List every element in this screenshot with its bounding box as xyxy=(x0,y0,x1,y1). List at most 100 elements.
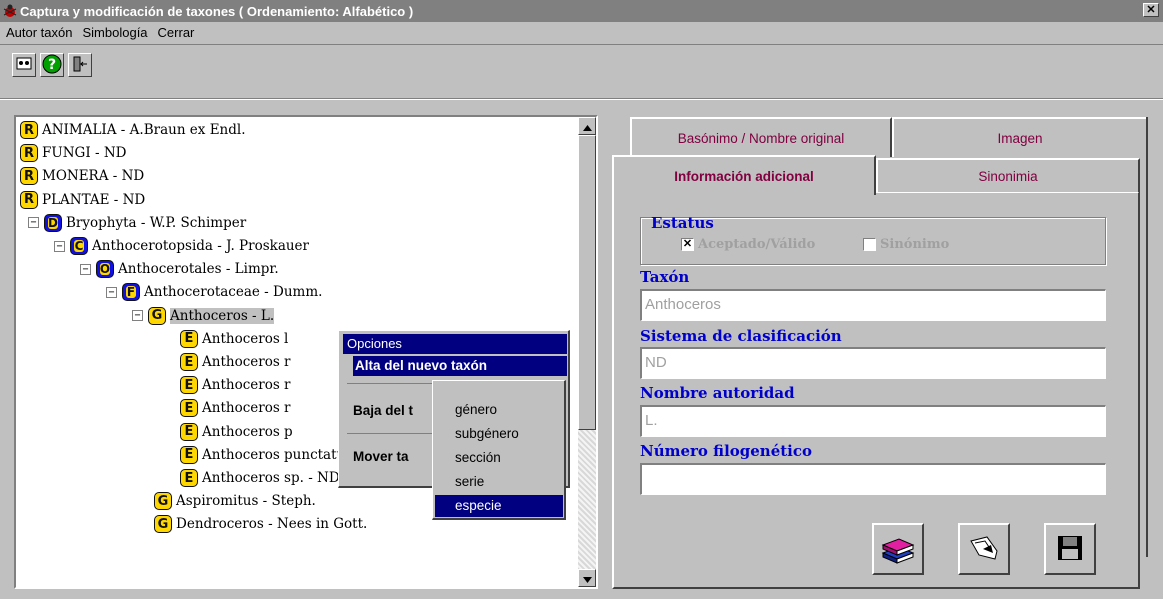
tree-row-label: Aspiromitus - Steph. xyxy=(176,493,316,510)
tree-row[interactable]: − G Anthoceros - L. xyxy=(132,305,275,327)
tree-row[interactable]: R MONERA - ND xyxy=(20,165,144,187)
tree-row-label: Anthocerotaceae - Dumm. xyxy=(144,284,323,301)
menu-autor-taxon[interactable]: Autor taxón xyxy=(6,25,73,40)
rank-letter: C xyxy=(74,239,84,253)
collapse-toggle[interactable]: − xyxy=(132,310,143,322)
system-label: Sistema de clasificación xyxy=(640,327,842,345)
bug-app-icon xyxy=(2,3,18,19)
tree-row[interactable]: G Dendroceros - Nees in Gott. xyxy=(154,513,367,535)
submenu-especie[interactable]: especie xyxy=(435,495,563,517)
system-field[interactable]: ND xyxy=(640,347,1106,379)
arrow-up-icon xyxy=(582,119,592,134)
save-button[interactable] xyxy=(1044,523,1096,575)
scroll-thumb[interactable] xyxy=(578,135,596,430)
scroll-down-button[interactable] xyxy=(578,569,596,587)
tree-row[interactable]: − O Anthocerotales - Limpr. xyxy=(80,258,279,280)
submenu-serie[interactable]: serie xyxy=(435,471,563,493)
tree-row[interactable]: − F Anthocerotaceae - Dumm. xyxy=(106,281,322,303)
rank-icon: D xyxy=(44,213,62,232)
rank-icon: E xyxy=(180,353,198,371)
tree-row[interactable]: R ANIMALIA - A.Braun ex Endl. xyxy=(20,119,246,141)
submenu-seccion[interactable]: sección xyxy=(435,447,563,469)
tree-row-label: FUNGI - ND xyxy=(42,145,127,162)
edit-button[interactable] xyxy=(958,523,1010,575)
collapse-toggle[interactable]: − xyxy=(54,240,65,252)
accepted-checkbox-row: ✕ Aceptado/Válido xyxy=(681,236,815,252)
tab-sinonimia[interactable]: Sinonimia xyxy=(876,158,1140,194)
tree-row[interactable]: − D Bryophyta - W.P. Schimper xyxy=(28,212,246,234)
tree-row-label: Anthoceros p xyxy=(202,423,293,440)
save-floppy-icon xyxy=(1055,533,1085,566)
collapse-toggle[interactable]: − xyxy=(28,217,39,229)
tab-imagen[interactable]: Imagen xyxy=(892,117,1148,157)
rank-icon: G xyxy=(154,492,172,511)
tree-row[interactable]: E Anthoceros punctatus - xyxy=(180,444,361,466)
phylo-field[interactable] xyxy=(640,463,1106,495)
collapse-toggle[interactable]: − xyxy=(106,286,117,298)
users-exchange-button[interactable] xyxy=(12,53,36,77)
tree-row-label: PLANTAE - ND xyxy=(42,191,146,208)
collapse-toggle[interactable]: − xyxy=(80,263,91,275)
tab-basonimo[interactable]: Basónimo / Nombre original xyxy=(630,117,892,157)
rank-icon: R xyxy=(20,167,38,186)
tree-row[interactable]: E Anthoceros r xyxy=(180,374,291,396)
close-button[interactable]: ✕ xyxy=(1143,3,1159,17)
tree-row[interactable]: E Anthoceros l xyxy=(180,328,288,350)
taxon-label: Taxón xyxy=(640,268,690,286)
hand-edit-icon xyxy=(965,529,1003,570)
rank-icon: R xyxy=(20,121,38,139)
menu-simbologia[interactable]: Simbología xyxy=(83,25,148,40)
context-menu-title: Opciones xyxy=(343,334,567,354)
tree-row-label: Anthoceros r xyxy=(202,377,291,394)
synonym-checkbox[interactable] xyxy=(863,238,876,252)
rank-icon: G xyxy=(154,515,172,534)
rank-icon: E xyxy=(180,376,198,395)
tree-row[interactable]: E Anthoceros r xyxy=(180,351,291,373)
taxon-field[interactable]: Anthoceros xyxy=(640,289,1106,321)
synonym-label: Sinónimo xyxy=(880,237,950,253)
tree-row[interactable]: E Anthoceros sp. - ND xyxy=(180,467,340,489)
scroll-up-button[interactable] xyxy=(578,117,596,135)
synonym-checkbox-row: Sinónimo xyxy=(863,236,949,252)
authority-label: Nombre autoridad xyxy=(640,384,795,402)
rank-icon: C xyxy=(70,237,88,255)
books-icon xyxy=(879,529,917,570)
rank-icon: E xyxy=(180,445,198,464)
tree-row-label: Anthoceros l xyxy=(202,330,289,347)
tab-informacion-adicional-label: Información adicional xyxy=(674,168,814,184)
rank-icon: E xyxy=(180,399,198,418)
submenu-genero[interactable]: género xyxy=(435,399,563,421)
tree-row[interactable]: E Anthoceros p xyxy=(180,421,293,443)
rank-icon: O xyxy=(96,260,114,279)
tree-row[interactable]: R PLANTAE - ND xyxy=(20,189,145,211)
rank-icon: F xyxy=(122,283,140,302)
exit-button[interactable] xyxy=(68,53,92,77)
separator xyxy=(0,99,1163,100)
tree-row-label: Anthoceros sp. - ND xyxy=(202,470,340,486)
tree-row[interactable]: G Aspiromitus - Steph. xyxy=(154,490,316,512)
tree-scrollbar[interactable] xyxy=(578,117,596,587)
rank-icon: E xyxy=(180,422,198,441)
tab-basonimo-label: Basónimo / Nombre original xyxy=(677,130,845,146)
toolbar: ? xyxy=(0,44,1163,80)
bibliography-button[interactable] xyxy=(872,523,924,575)
tab-informacion-adicional[interactable]: Información adicional xyxy=(612,155,876,195)
menu-cerrar[interactable]: Cerrar xyxy=(158,25,195,40)
menu-alta-nuevo-taxon[interactable]: Alta del nuevo taxón xyxy=(353,356,567,376)
accepted-checkbox[interactable]: ✕ xyxy=(681,238,694,252)
submenu-subgenero[interactable]: subgénero xyxy=(435,423,563,445)
tab-imagen-label: Imagen xyxy=(997,130,1043,146)
tree-row[interactable]: E Anthoceros r xyxy=(180,397,291,419)
tree-row[interactable]: − C Anthocerotopsida - J. Proskauer xyxy=(54,235,309,257)
menu-baja-taxon[interactable]: Baja del t xyxy=(353,403,413,418)
tree-row-label: Dendroceros - Nees in Gott. xyxy=(176,516,368,533)
tab-sinonimia-label: Sinonimia xyxy=(978,168,1038,184)
rank-icon: G xyxy=(148,306,166,325)
tree-row[interactable]: R FUNGI - ND xyxy=(20,142,126,164)
accepted-label: Aceptado/Válido xyxy=(698,237,816,253)
menu-mover-taxon[interactable]: Mover ta xyxy=(353,449,409,464)
authority-field[interactable]: L. xyxy=(640,405,1106,437)
tree-row-label: MONERA - ND xyxy=(42,168,145,185)
phylo-label: Número filogenético xyxy=(640,442,813,460)
help-button[interactable]: ? xyxy=(40,53,64,77)
